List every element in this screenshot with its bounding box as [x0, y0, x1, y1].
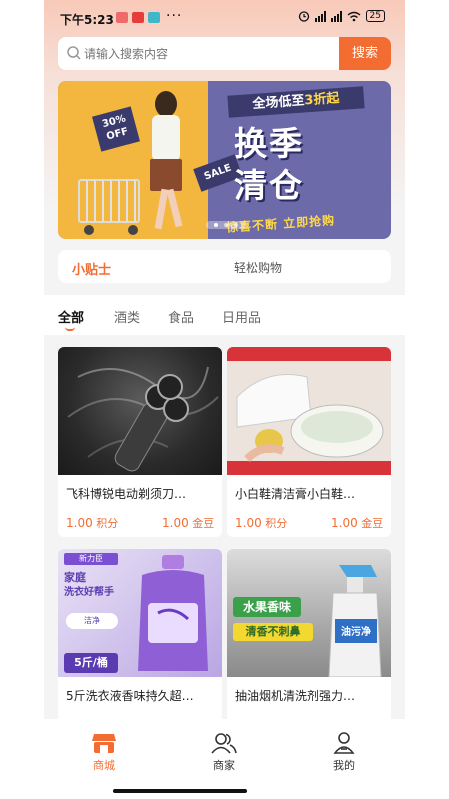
- points-unit: 积分: [265, 517, 288, 530]
- points-value: 1.00: [235, 516, 262, 530]
- shaver-image: [67, 366, 219, 472]
- carousel-dot: [234, 223, 238, 227]
- product-card[interactable]: 小白鞋清洁膏小白鞋… 1.00 积分 1.00 金豆: [227, 347, 391, 537]
- app-screen: 下午5:23 ··· 25 搜索: [44, 0, 405, 799]
- product-title: 小白鞋清洁膏小白鞋…: [235, 487, 356, 501]
- shop-icon: [92, 734, 116, 753]
- beans-unit: 金豆: [192, 517, 215, 530]
- alarm-icon: [298, 11, 309, 22]
- home-indicator[interactable]: [113, 789, 247, 793]
- status-icons: 25: [298, 10, 385, 22]
- product-card[interactable]: 新力臣 家庭 洗衣好帮手 洁净 5斤/桶 5斤洗衣液香味持久超…: [58, 549, 222, 719]
- model-image: [150, 159, 182, 191]
- beans-unit: 金豆: [361, 517, 384, 530]
- tab-daily-goods[interactable]: 日用品: [222, 307, 261, 326]
- product-grid: 飞科博锐电动剃须刀… 1.00 积分 1.00 金豆 小白鞋清洁膏小白鞋… 1.…: [44, 335, 405, 719]
- notification-app-icon: [116, 12, 128, 23]
- nav-shop[interactable]: 商城: [74, 731, 134, 773]
- cart-wheel: [84, 225, 94, 235]
- product-beans: 1.00 金豆: [331, 515, 383, 531]
- cart-wheel: [128, 225, 138, 235]
- merchants-icon: [211, 733, 237, 754]
- nav-profile[interactable]: 我的: [314, 731, 374, 773]
- tab-all[interactable]: 全部: [58, 307, 84, 326]
- status-bar: 下午5:23 ··· 25: [44, 8, 405, 30]
- model-image: [152, 115, 180, 161]
- image-caption: 洁净: [66, 613, 118, 629]
- product-title: 飞科博锐电动剃须刀…: [66, 487, 187, 501]
- signal-icon: [314, 10, 326, 22]
- more-notifications-icon: ···: [166, 8, 183, 24]
- volume-tag: 5斤/桶: [64, 653, 118, 673]
- tips-message: 轻松购物: [234, 261, 283, 275]
- banner-headline-line2: 清仓: [234, 166, 304, 205]
- image-caption: 水果香味: [233, 597, 301, 617]
- signal-icon: [330, 10, 342, 22]
- nav-label: 商城: [93, 759, 115, 772]
- points-unit: 积分: [96, 517, 119, 530]
- tips-label: 小贴士: [72, 263, 112, 278]
- product-image: 新力臣 家庭 洗衣好帮手 洁净 5斤/桶: [58, 549, 222, 677]
- notification-app-icon: [148, 12, 160, 23]
- model-image: [155, 91, 177, 117]
- active-tab-indicator: [65, 327, 75, 331]
- product-beans: 1.00 金豆: [162, 515, 214, 531]
- bottom-navigation: 商城 商家 我的: [44, 719, 405, 799]
- tips-bar[interactable]: 小贴士 轻松购物: [58, 250, 391, 283]
- beans-value: 1.00: [331, 516, 358, 530]
- promo-banner[interactable]: 30% OFF SALE 全场低至3折起 换季 清仓 惊喜不断 立即抢购: [58, 81, 391, 239]
- category-tabs: 全部 酒类 食品 日用品: [44, 295, 405, 335]
- nav-label: 我的: [333, 759, 355, 772]
- profile-icon: [333, 732, 355, 754]
- shoe-cleaner-image: [227, 347, 391, 475]
- product-image: [227, 347, 391, 475]
- product-image: 水果香味 清香不刺鼻 油污净: [227, 549, 391, 677]
- detergent-bottle-image: [138, 555, 208, 671]
- brand-tag: 新力臣: [64, 553, 118, 565]
- ribbon-highlight: 3折起: [303, 90, 340, 109]
- product-card[interactable]: 飞科博锐电动剃须刀… 1.00 积分 1.00 金豆: [58, 347, 222, 537]
- tab-food[interactable]: 食品: [168, 307, 194, 326]
- image-caption: 清香不刺鼻: [233, 623, 313, 641]
- ribbon-prefix: 全场低至: [252, 93, 305, 113]
- tab-liquor[interactable]: 酒类: [114, 307, 140, 326]
- points-value: 1.00: [66, 516, 93, 530]
- carousel-dot: [224, 223, 228, 227]
- notification-app-icon: [132, 12, 144, 23]
- search-bar: 搜索: [58, 37, 391, 70]
- product-image: [58, 347, 222, 475]
- search-button[interactable]: 搜索: [339, 37, 391, 70]
- product-title: 抽油烟机清洗剂强力…: [235, 689, 356, 703]
- banner-ribbon: 全场低至3折起: [227, 86, 365, 118]
- product-points: 1.00 积分: [66, 515, 118, 531]
- nav-merchants[interactable]: 商家: [194, 731, 254, 773]
- wifi-icon: [347, 11, 360, 21]
- battery-icon: 25: [365, 10, 385, 22]
- search-input[interactable]: [80, 37, 330, 70]
- product-points: 1.00 积分: [235, 515, 287, 531]
- beans-value: 1.00: [162, 516, 189, 530]
- nav-label: 商家: [213, 759, 235, 772]
- image-caption: 油污净: [341, 627, 371, 638]
- spray-bottle-image: [328, 565, 382, 677]
- product-title: 5斤洗衣液香味持久超…: [66, 689, 194, 703]
- carousel-dot: [214, 223, 218, 227]
- banner-headline-line1: 换季: [234, 124, 304, 163]
- image-caption: 洗衣好帮手: [64, 587, 114, 598]
- status-time: 下午5:23: [60, 13, 114, 27]
- shopping-cart-image: [78, 179, 140, 223]
- carousel-indicator[interactable]: [206, 221, 246, 229]
- product-card[interactable]: 水果香味 清香不刺鼻 油污净 抽油烟机清洗剂强力…: [227, 549, 391, 719]
